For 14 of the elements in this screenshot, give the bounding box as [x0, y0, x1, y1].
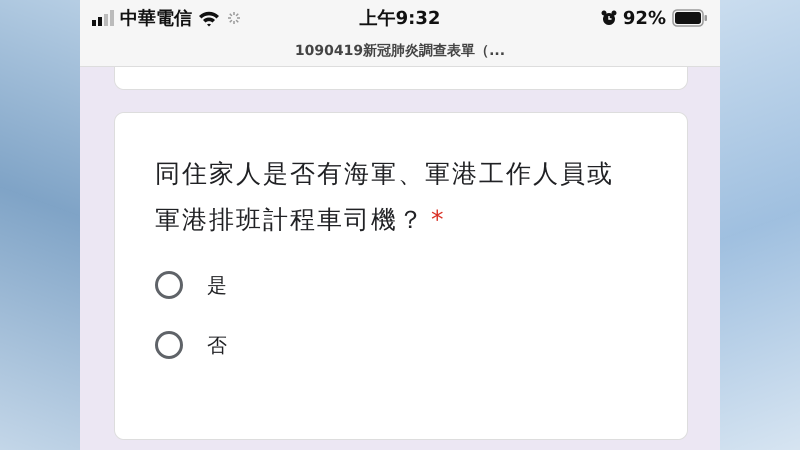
page-title: 1090419新冠肺炎調查表單（...: [294, 42, 506, 60]
loading-icon: [226, 10, 242, 26]
question-text: 同住家人是否有海軍、軍港工作人員或軍港排班計程車司機？ *: [155, 158, 615, 236]
option-label[interactable]: 是: [207, 272, 227, 298]
battery-percent: 92%: [622, 8, 666, 28]
status-time: 上午9:32: [360, 7, 440, 30]
wifi-icon: [198, 10, 220, 26]
radio-button[interactable]: [155, 271, 183, 299]
radio-button[interactable]: [155, 331, 183, 359]
battery-icon: [672, 9, 708, 27]
carrier-name: 中華電信: [120, 7, 192, 30]
alarm-icon: [600, 10, 617, 26]
option-label[interactable]: 否: [207, 332, 227, 358]
signal-icon: [92, 10, 114, 26]
